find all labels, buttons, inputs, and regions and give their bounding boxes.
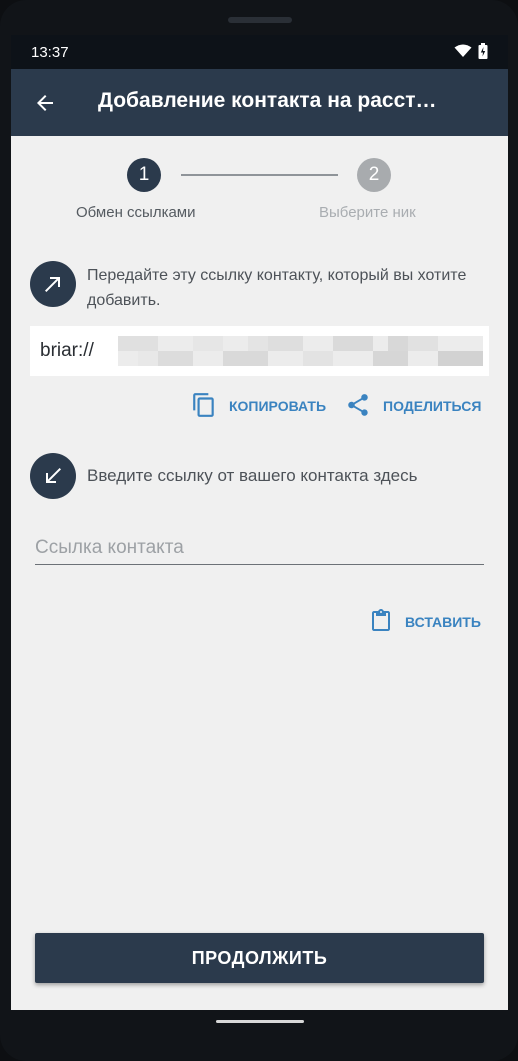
arrow-up-right-icon <box>45 277 60 292</box>
paste-label: ВСТАВИТЬ <box>405 614 481 630</box>
status-bar: 13:37 <box>11 35 508 69</box>
screen: 13:37 Добавление контакта на расст… 1 2 … <box>11 35 508 1010</box>
receive-instructions: Введите ссылку от вашего контакта здесь <box>87 466 418 485</box>
share-instructions: Передайте эту ссылку контакту, который в… <box>87 267 467 309</box>
clipboard-icon <box>372 609 390 631</box>
arrow-down-left-icon <box>46 468 61 483</box>
navigation-bar <box>0 1010 518 1061</box>
incoming-link-badge <box>30 453 76 499</box>
step-2-label: Выберите ник <box>319 204 416 221</box>
app-bar: Добавление контакта на расст… <box>11 69 508 136</box>
stepper: 1 2 Обмен ссылками Выберите ник <box>11 136 508 236</box>
page-title: Добавление контакта на расст… <box>98 89 437 112</box>
device-frame: 13:37 Добавление контакта на расст… 1 2 … <box>0 0 518 1061</box>
continue-button[interactable]: ПРОДОЛЖИТЬ <box>35 933 484 983</box>
share-label: ПОДЕЛИТЬСЯ <box>383 398 482 414</box>
contact-link-input[interactable] <box>35 531 484 565</box>
redacted-link-pixels <box>118 336 483 366</box>
copy-link-button[interactable]: КОПИРОВАТЬ <box>191 391 331 419</box>
step-2-indicator: 2 <box>357 158 391 192</box>
own-link-prefix: briar:// <box>40 340 94 361</box>
paste-link-button[interactable]: ВСТАВИТЬ <box>369 607 489 635</box>
battery-icon <box>478 43 488 59</box>
status-time: 13:37 <box>31 44 69 61</box>
arrow-back-icon[interactable] <box>33 91 57 115</box>
earpiece-speaker <box>228 17 292 23</box>
copy-icon <box>193 393 214 417</box>
wifi-icon <box>454 44 472 57</box>
own-link-box[interactable]: briar:// <box>30 326 489 376</box>
step-1-indicator: 1 <box>127 158 161 192</box>
share-icon <box>348 394 368 416</box>
share-link-button[interactable]: ПОДЕЛИТЬСЯ <box>345 391 485 419</box>
stepper-connector <box>181 174 338 176</box>
home-gesture-handle[interactable] <box>216 1020 304 1023</box>
outgoing-link-badge <box>30 261 76 307</box>
copy-label: КОПИРОВАТЬ <box>229 398 327 414</box>
step-1-label: Обмен ссылками <box>76 204 196 221</box>
